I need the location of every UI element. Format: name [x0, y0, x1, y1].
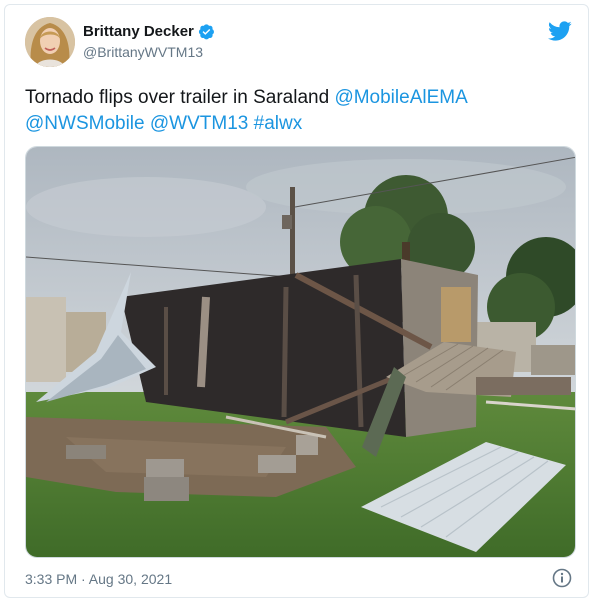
tweet-photo[interactable]: [25, 146, 576, 558]
author-block: Brittany Decker @BrittanyWVTM13: [83, 23, 215, 60]
twitter-bird-icon[interactable]: [548, 19, 572, 43]
avatar[interactable]: [25, 17, 75, 67]
mention-link[interactable]: @WVTM13: [150, 113, 248, 134]
author-display-name[interactable]: Brittany Decker: [83, 23, 194, 40]
hashtag-link[interactable]: #alwx: [254, 113, 303, 134]
mention-link[interactable]: @MobileAlEMA: [334, 87, 467, 108]
tweet-timestamp[interactable]: 3:33 PM · Aug 30, 2021: [25, 571, 172, 587]
tweet-card: Brittany Decker @BrittanyWVTM13 Tornado …: [4, 4, 589, 598]
tweet-text-plain: Tornado flips over trailer in Saraland: [25, 87, 335, 108]
mention-link[interactable]: @NWSMobile: [25, 113, 145, 134]
verified-badge-icon: [198, 23, 215, 40]
tweet-text: Tornado flips over trailer in Saraland @…: [25, 85, 570, 137]
info-icon[interactable]: [552, 568, 572, 588]
author-handle[interactable]: @BrittanyWVTM13: [83, 44, 215, 60]
